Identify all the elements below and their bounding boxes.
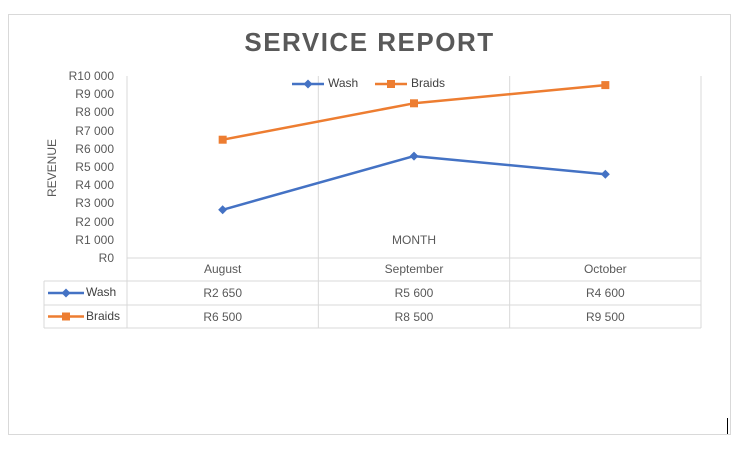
table-legend-key-marker bbox=[62, 312, 70, 321]
data-point-braids-september bbox=[410, 99, 418, 108]
data-point-wash-october bbox=[600, 169, 610, 179]
chart-plot bbox=[43, 76, 702, 329]
data-point-braids-august bbox=[218, 135, 227, 144]
series-line-braids bbox=[222, 83, 606, 141]
series-line-wash bbox=[222, 154, 606, 211]
text-cursor bbox=[727, 418, 728, 434]
legend-key-marker bbox=[303, 79, 313, 89]
data-point-braids-october bbox=[601, 81, 610, 90]
legend-key-marker bbox=[387, 80, 395, 88]
data-point-wash-september bbox=[409, 151, 419, 161]
table-legend-key-marker bbox=[61, 288, 71, 298]
data-point-wash-august bbox=[218, 205, 228, 215]
